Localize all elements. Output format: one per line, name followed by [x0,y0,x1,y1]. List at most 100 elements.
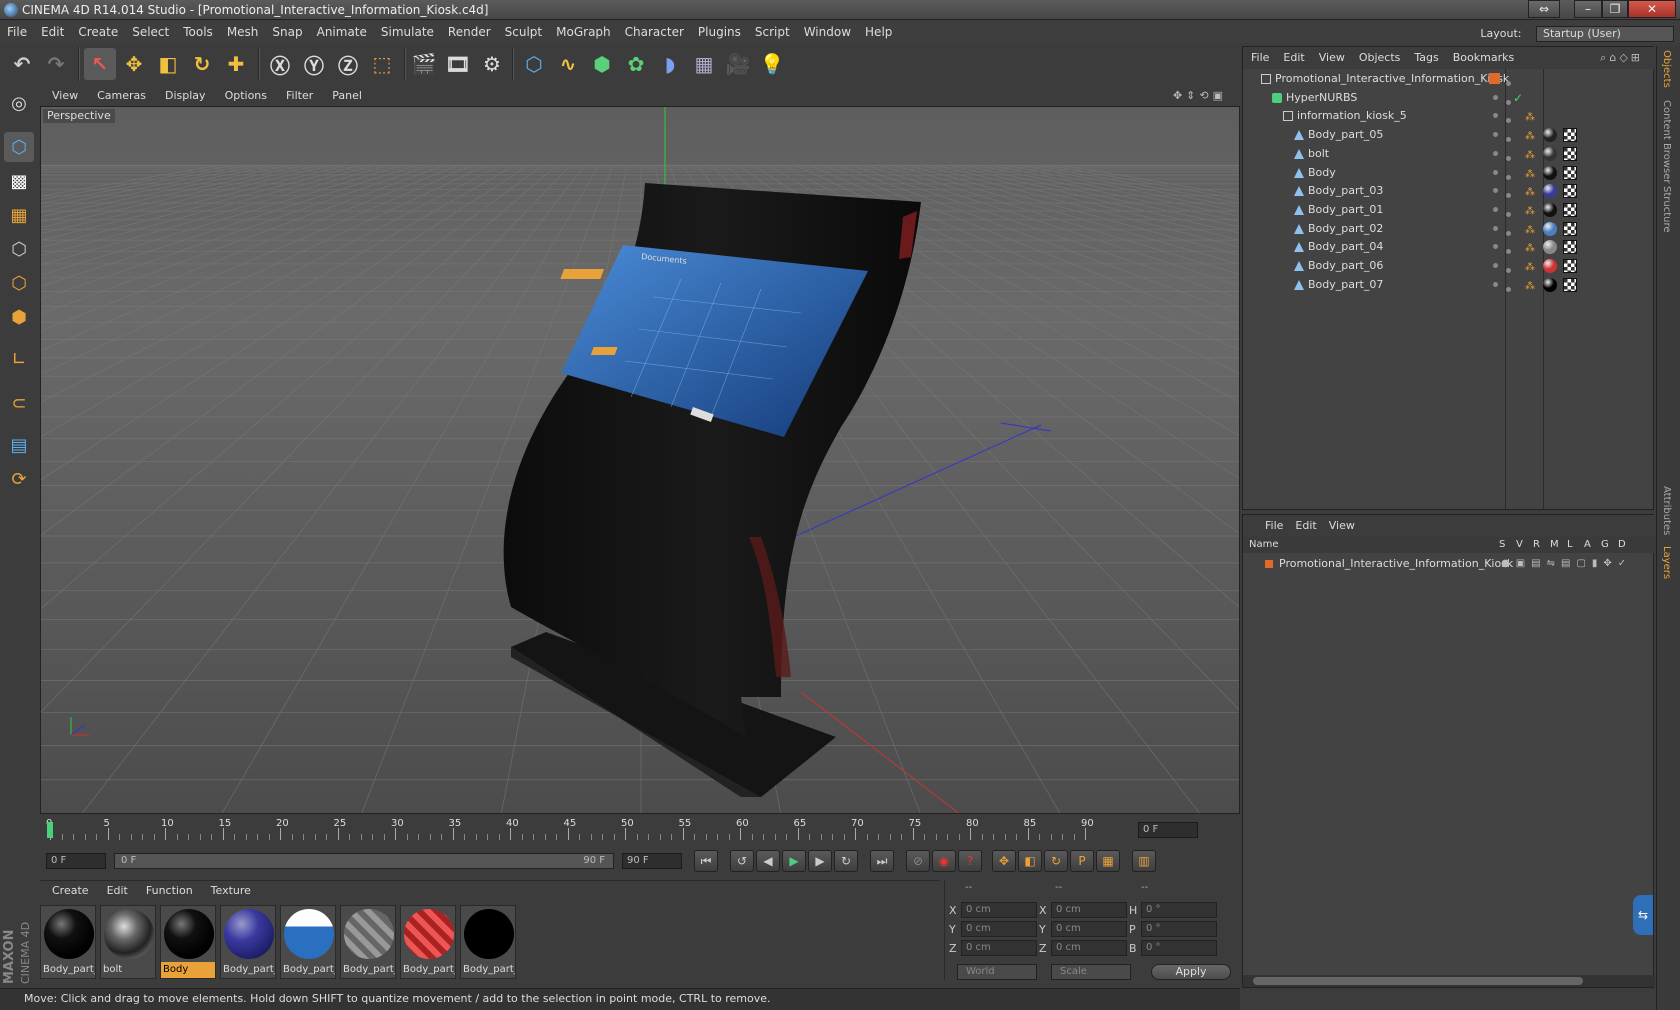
texture-mode-icon[interactable]: ▩ [4,166,34,196]
menu-simulate[interactable]: Simulate [374,21,441,43]
uvw-tag-icon[interactable] [1563,202,1577,217]
material-menu-create[interactable]: Create [40,881,95,901]
material-swatch[interactable]: Body_part_ [340,905,396,979]
layer-column-header[interactable]: L [1567,537,1573,553]
viewport-menu-filter[interactable]: Filter [274,86,320,106]
scale-tool-icon[interactable]: ◧ [152,48,184,80]
rotation-b-field[interactable]: 0 ° [1141,940,1217,956]
menu-animate[interactable]: Animate [310,21,374,43]
3d-viewport[interactable]: Documents Perspective [40,106,1240,814]
coordinate-mode-dropdown[interactable]: Scale [1051,964,1131,980]
material-tag-icon[interactable] [1543,259,1557,273]
position-x-field[interactable]: 0 cm [961,902,1037,918]
material-menu-texture[interactable]: Texture [199,881,257,901]
record-keys-icon[interactable]: ⊘ [906,850,930,872]
uvw-tag-icon[interactable] [1563,128,1577,143]
model-mode-icon[interactable]: ⬡ [4,132,34,162]
points-mode-icon[interactable]: ⬡ [4,234,34,264]
apply-button[interactable]: Apply [1151,964,1231,980]
rotation-h-field[interactable]: 0 ° [1141,902,1217,918]
object-row[interactable]: Body_part_03 ⁂ [1243,181,1655,201]
object-row[interactable]: Promotional_Interactive_Information_Kios… [1243,69,1655,89]
camera-icon[interactable]: 🎥 [722,48,754,80]
object-row[interactable]: Body ⁂ [1243,163,1655,183]
layer-column-header[interactable]: D [1618,537,1626,553]
render-visibility-dot[interactable] [1506,286,1511,292]
side-tab-layers[interactable]: Layers [1661,546,1672,579]
render-visibility-dot[interactable] [1506,268,1511,273]
preview-range-slider[interactable]: 0 F 90 F [114,853,614,869]
axis-mode-icon[interactable]: ∟ [4,344,34,374]
menu-window[interactable]: Window [797,21,858,43]
layout-dropdown[interactable]: Startup (User) [1536,26,1674,42]
material-tag-icon[interactable] [1543,221,1557,236]
render-visibility-dot[interactable] [1506,155,1511,161]
render-view-icon[interactable]: 🎬 [408,48,440,80]
timeline-window-icon[interactable]: ▥ [1132,850,1156,872]
menu-help[interactable]: Help [858,21,899,43]
x-axis-lock-icon[interactable]: Ⓧ [264,48,296,80]
uvw-tag-icon[interactable] [1563,184,1577,199]
material-swatch[interactable]: bolt [100,905,156,979]
editor-visibility-dot[interactable] [1493,225,1498,231]
object-menu-file[interactable]: File [1243,47,1275,69]
uvw-tag-icon[interactable] [1563,221,1577,236]
go-to-end-icon[interactable]: ⏭ [870,850,894,872]
menu-plugins[interactable]: Plugins [691,21,748,43]
editor-visibility-dot[interactable] [1493,263,1498,268]
material-tag-icon[interactable] [1543,146,1557,161]
render-visibility-dot[interactable] [1506,193,1511,199]
undo-icon[interactable]: ↶ [6,48,38,80]
object-row[interactable]: Body_part_05 ⁂ [1243,125,1655,145]
viewport-navigation-icons[interactable]: ✥⇕⟲▣ [1161,86,1234,106]
menu-edit[interactable]: Edit [34,21,71,43]
cube-primitive-icon[interactable]: ⬡ [518,48,550,80]
editor-visibility-dot[interactable] [1493,113,1498,119]
rotation-p-field[interactable]: 0 ° [1141,921,1217,937]
uvw-tag-icon[interactable] [1563,240,1577,255]
menu-select[interactable]: Select [125,21,176,43]
current-frame-field[interactable]: 0 F [1138,822,1198,838]
lock-workplane-icon[interactable]: ▤ [4,430,34,460]
menu-character[interactable]: Character [618,21,691,43]
viewport-menu-options[interactable]: Options [213,86,274,106]
material-swatch[interactable]: Body_part_ [280,905,336,979]
enabled-check-icon[interactable]: ✓ [1513,88,1523,108]
layer-menu-edit[interactable]: Edit [1289,519,1322,532]
render-visibility-dot[interactable] [1506,174,1511,180]
phong-tag-icon[interactable]: ⁂ [1525,277,1535,297]
workplane-mode-icon[interactable]: ▦ [4,200,34,230]
render-visibility-dot[interactable] [1506,81,1511,86]
object-row[interactable]: Body_part_02 ⁂ [1243,219,1655,239]
material-tag-icon[interactable] [1543,165,1557,180]
object-row[interactable]: Body_part_07 ⁂ [1243,275,1655,295]
polygons-mode-icon[interactable]: ⬢ [4,302,34,332]
material-swatch[interactable]: Body [160,905,216,979]
move-tool-icon[interactable]: ✥ [118,48,150,80]
make-editable-icon[interactable]: ◎ [4,88,34,118]
position-z-field[interactable]: 0 cm [961,940,1037,956]
key-pla-icon[interactable]: ▦ [1096,850,1120,872]
object-menu-edit[interactable]: Edit [1275,47,1310,69]
layer-scrollbar[interactable] [1243,975,1655,987]
side-tab-structure[interactable]: Structure [1661,186,1672,233]
material-swatch[interactable]: Body_part_ [220,905,276,979]
layer-color-tag[interactable] [1489,73,1500,84]
object-menu-tags[interactable]: Tags [1406,47,1444,69]
layer-menu-view[interactable]: View [1323,519,1361,532]
material-swatch[interactable]: Body_part_ [400,905,456,979]
uvw-tag-icon[interactable] [1563,165,1577,180]
key-position-icon[interactable]: ✥ [992,850,1016,872]
material-tag-icon[interactable] [1543,277,1557,292]
teamviewer-icon[interactable]: ⇆ [1633,895,1653,935]
object-row[interactable]: bolt ⁂ [1243,144,1655,164]
timeline-playhead[interactable] [47,822,53,838]
size-x-field[interactable]: 0 cm [1051,902,1127,918]
menu-snap[interactable]: Snap [265,21,309,43]
layer-toggle-icons[interactable]: ●▣▤⇋▤▢▮✥✓ [1501,555,1632,573]
material-tag-icon[interactable] [1543,184,1557,199]
side-tab-content-browser[interactable]: Content Browser [1661,100,1672,183]
render-visibility-dot[interactable] [1506,137,1511,143]
coordinate-space-dropdown[interactable]: World [957,964,1037,980]
spline-pen-icon[interactable]: ∿ [552,48,584,80]
